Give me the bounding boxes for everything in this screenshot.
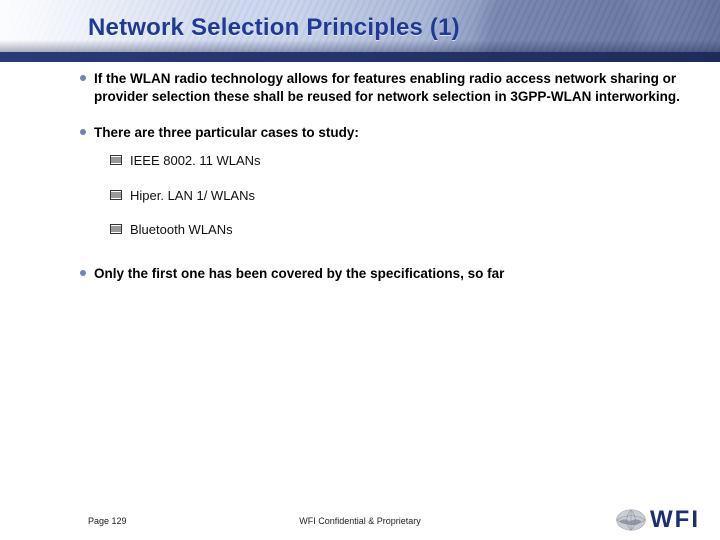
book-bullet-icon bbox=[110, 223, 122, 235]
sub-bullet-item: Hiper. LAN 1/ WLANs bbox=[110, 188, 680, 205]
slide-footer: Page 129 WFI Confidential & Proprietary … bbox=[0, 500, 720, 540]
bullet-item: Only the first one has been covered by t… bbox=[80, 265, 680, 283]
sub-bullet-text: Bluetooth WLANs bbox=[130, 222, 233, 237]
sub-bullet-item: Bluetooth WLANs bbox=[110, 222, 680, 239]
bullet-text: Only the first one has been covered by t… bbox=[94, 266, 504, 281]
logo-text: WFI bbox=[650, 506, 700, 534]
sub-bullet-item: IEEE 8002. 11 WLANs bbox=[110, 153, 680, 170]
book-bullet-icon bbox=[110, 189, 122, 201]
sub-bullet-list: IEEE 8002. 11 WLANs Hiper. LAN 1/ WLANs … bbox=[110, 153, 680, 240]
wfi-logo: WFI bbox=[614, 506, 700, 534]
sub-bullet-text: IEEE 8002. 11 WLANs bbox=[130, 153, 261, 168]
slide-body: If the WLAN radio technology allows for … bbox=[80, 70, 680, 490]
slide: Network Selection Principles (1) If the … bbox=[0, 0, 720, 540]
globe-icon bbox=[614, 506, 648, 534]
bullet-text: There are three particular cases to stud… bbox=[94, 125, 359, 140]
header-stripe bbox=[0, 52, 720, 62]
bullet-text: If the WLAN radio technology allows for … bbox=[94, 71, 680, 104]
book-bullet-icon bbox=[110, 154, 122, 166]
bullet-item: There are three particular cases to stud… bbox=[80, 124, 680, 239]
page-number: Page 129 bbox=[88, 516, 127, 526]
confidential-notice: WFI Confidential & Proprietary bbox=[299, 516, 421, 526]
slide-title: Network Selection Principles (1) bbox=[88, 14, 460, 42]
bullet-item: If the WLAN radio technology allows for … bbox=[80, 70, 680, 106]
sub-bullet-text: Hiper. LAN 1/ WLANs bbox=[130, 188, 255, 203]
